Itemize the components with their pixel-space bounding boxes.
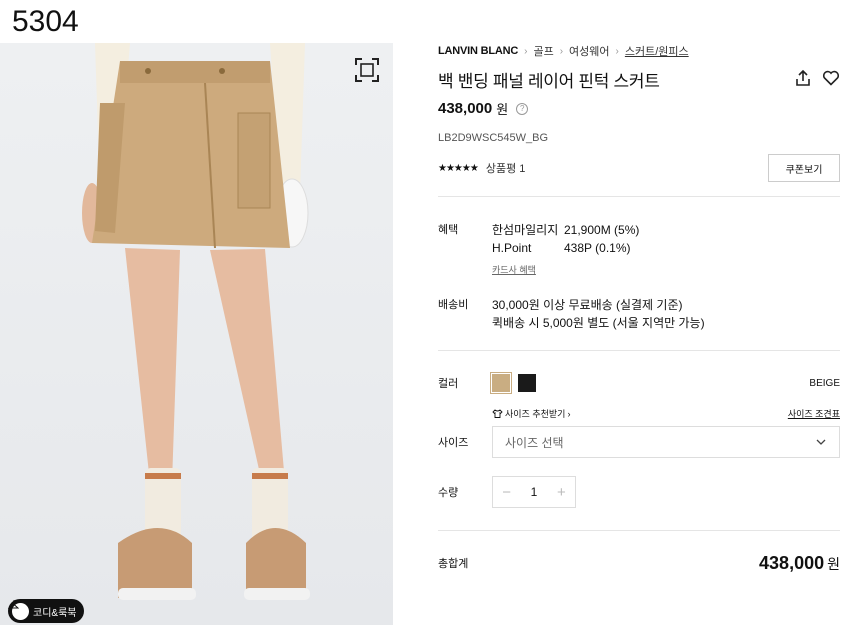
product-title: 백 밴딩 패널 레이어 핀턱 스커트 [438, 72, 660, 91]
shipping-label: 배송비 [438, 299, 469, 311]
size-select-placeholder: 사이즈 선택 [505, 435, 564, 450]
divider [438, 196, 840, 197]
divider [438, 350, 840, 351]
shipping-line-free: 30,000원 이상 무료배송 (실결제 기준) [492, 298, 683, 312]
expand-image-button[interactable] [354, 57, 380, 83]
heart-icon [822, 70, 840, 86]
shipping-line-quick: 퀵배송 시 5,000원 별도 (서울 지역만 가능) [492, 316, 705, 330]
product-image[interactable]: 코디&룩북 [0, 43, 393, 625]
benefit-name: 한섬마일리지 [492, 223, 559, 237]
total-price: 438,000 원 [759, 553, 840, 574]
quantity-plus-button[interactable]: + [548, 484, 575, 501]
question-icon[interactable]: ? [516, 102, 529, 115]
benefits-list: 한섬마일리지 21,900M (5%) H.Point 438P (0.1%) [492, 221, 639, 257]
coordination-lookbook-label: 코디&룩북 [33, 607, 77, 619]
color-label: 컬러 [438, 378, 459, 390]
card-benefits-link[interactable]: 카드사 혜택 [492, 263, 639, 276]
breadcrumb: LANVIN BLANC › 골프 › 여성웨어 › 스커트/원피스 [438, 43, 840, 59]
size-section: 사이즈 사이즈 선택 [438, 426, 840, 458]
color-swatch-beige[interactable] [490, 372, 512, 394]
review-count-link[interactable]: 상품평 1 [486, 160, 526, 176]
benefits-section: 혜택 한섬마일리지 21,900M (5%) H.Point 438P (0.1… [438, 221, 840, 276]
price-value: 438,000 [438, 100, 493, 117]
breadcrumb-separator-icon: › [559, 45, 564, 57]
benefit-name: H.Point [492, 241, 532, 255]
total-value: 438,000 [759, 552, 825, 573]
total-section: 총합계 438,000 원 [438, 551, 840, 575]
product-page: 5304 코디&룩북 LANVIN BLANC › 골프 › 여성웨어 › 스커… [0, 0, 860, 625]
breadcrumb-item-golf[interactable]: 골프 [533, 43, 553, 59]
shipping-section: 배송비 30,000원 이상 무료배송 (실결제 기준) 퀵배송 시 5,000… [438, 296, 840, 332]
quantity-stepper: − 1 + [492, 476, 576, 508]
chevron-right-icon: › [567, 408, 571, 419]
size-recommend-label: 사이즈 추천받기 [505, 409, 566, 419]
hanger-icon [8, 600, 29, 620]
coupon-button[interactable]: 쿠폰보기 [768, 154, 840, 182]
price-unit: 원 [496, 102, 509, 117]
quantity-label: 수량 [438, 487, 459, 499]
model-illustration [82, 43, 310, 600]
selected-color-name: BEIGE [809, 377, 840, 389]
quantity-section: 수량 − 1 + [438, 476, 840, 508]
breadcrumb-item-womenswear[interactable]: 여성웨어 [569, 43, 609, 59]
benefit-value: 21,900M (5%) [564, 223, 640, 237]
benefit-value: 438P (0.1%) [564, 241, 631, 255]
divider [438, 530, 840, 531]
share-icon [796, 69, 810, 86]
benefit-row: 한섬마일리지 21,900M (5%) [492, 221, 639, 239]
quantity-value[interactable]: 1 [520, 485, 547, 499]
size-chart-link[interactable]: 사이즈 조견표 [788, 407, 840, 420]
color-section: 컬러 BEIGE [438, 372, 840, 394]
share-button[interactable] [794, 69, 812, 87]
breadcrumb-separator-icon: › [615, 45, 619, 57]
size-select[interactable]: 사이즈 선택 [492, 426, 840, 458]
size-label: 사이즈 [438, 437, 469, 449]
shipping-info: 30,000원 이상 무료배송 (실결제 기준) 퀵배송 시 5,000원 별도… [492, 296, 705, 332]
product-info-panel: LANVIN BLANC › 골프 › 여성웨어 › 스커트/원피스 백 밴딩 … [438, 43, 840, 575]
benefit-row: H.Point 438P (0.1%) [492, 239, 639, 257]
product-sku: LB2D9WSC545W_BG [438, 132, 549, 144]
color-swatch-black[interactable] [518, 374, 536, 392]
review-row: ★★★★★ 상품평 1 쿠폰보기 [438, 154, 840, 182]
breadcrumb-item-skirts[interactable]: 스커트/원피스 [625, 43, 689, 59]
quantity-minus-button[interactable]: − [493, 484, 520, 501]
benefits-label: 혜택 [438, 224, 459, 236]
total-unit: 원 [827, 555, 840, 572]
total-label: 총합계 [438, 558, 469, 570]
coordination-lookbook-button[interactable]: 코디&룩북 [8, 599, 85, 623]
chevron-down-icon [816, 439, 826, 445]
breadcrumb-brand[interactable]: LANVIN BLANC [438, 45, 518, 57]
rating-stars: ★★★★★ [438, 162, 479, 174]
expand-icon [355, 58, 379, 82]
price-row: 438,000 원 ? [438, 99, 840, 118]
breadcrumb-separator-icon: › [524, 45, 528, 57]
title-row: 백 밴딩 패널 레이어 핀턱 스커트 [438, 67, 840, 91]
wishlist-button[interactable] [822, 69, 840, 87]
size-recommend-link[interactable]: 사이즈 추천받기 › [492, 407, 570, 420]
tshirt-icon [492, 409, 503, 418]
size-links: 사이즈 추천받기 › 사이즈 조견표 [492, 407, 840, 421]
page-number: 5304 [12, 5, 79, 38]
